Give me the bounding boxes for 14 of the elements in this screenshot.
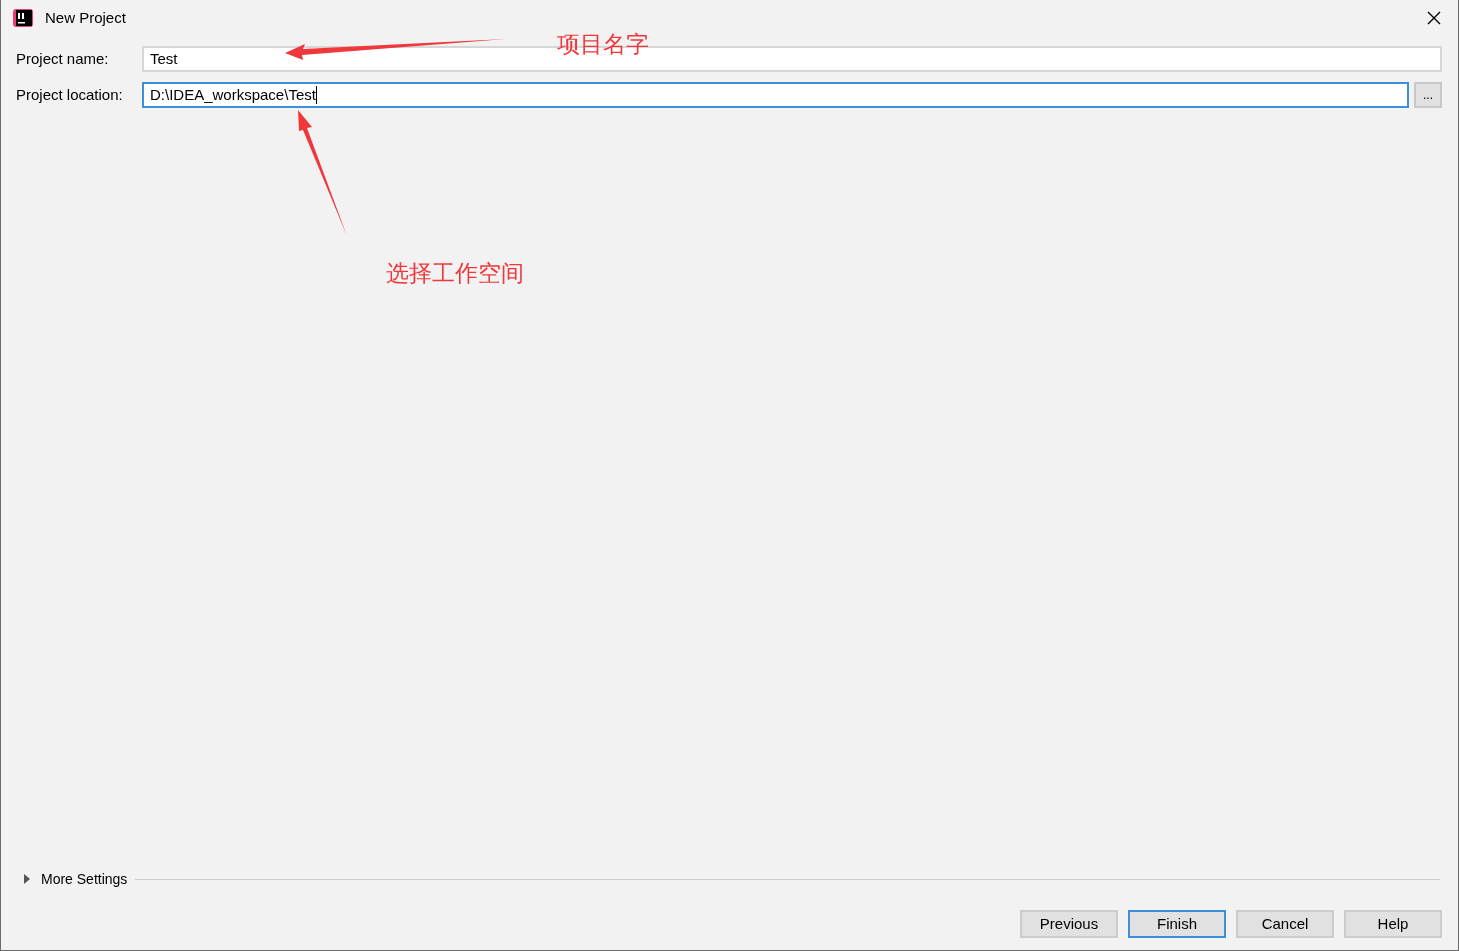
close-icon[interactable] [1426, 10, 1442, 26]
app-logo-icon [13, 8, 33, 28]
expand-triangle-icon[interactable] [23, 873, 31, 885]
dialog-button[interactable]: Help [1344, 910, 1442, 938]
dialog-button[interactable]: Cancel [1236, 910, 1334, 938]
dialog-button[interactable]: Previous [1020, 910, 1118, 938]
annotation-label: 选择工作空间 [386, 259, 524, 288]
window-title: New Project [45, 7, 126, 28]
field-label: Project location: [16, 84, 124, 105]
dialog-button[interactable]: Finish [1128, 910, 1226, 938]
text-field[interactable]: D:\IDEA_workspace\Test [142, 82, 1409, 108]
more-settings-toggle[interactable]: More Settings [41, 868, 128, 890]
browse-button[interactable]: ... [1414, 82, 1442, 108]
field-label: Project name: [16, 48, 110, 69]
